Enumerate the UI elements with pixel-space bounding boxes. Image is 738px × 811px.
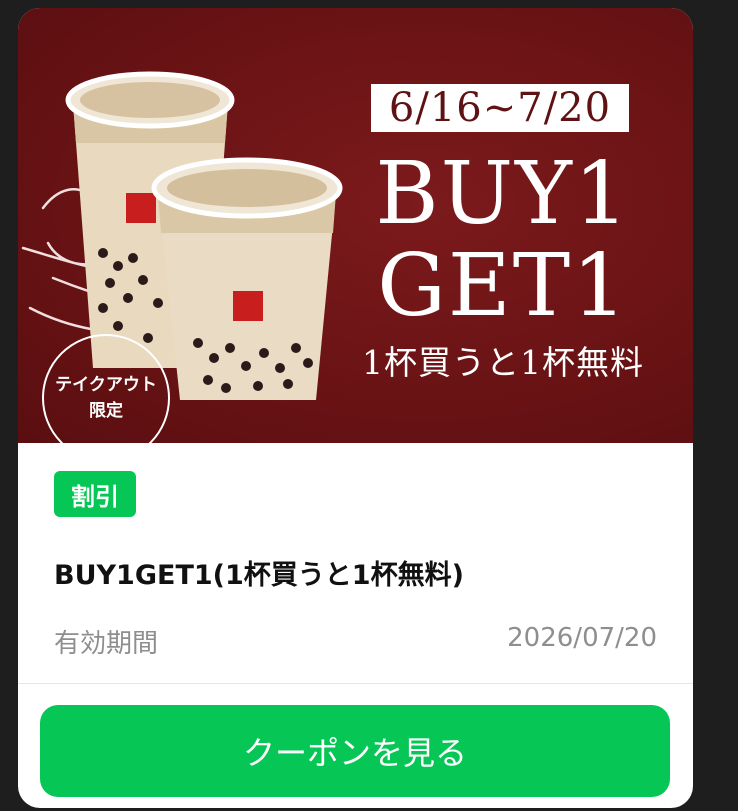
promo-banner: 6/16~7/20 BUY1 GET1 1杯買うと1杯無料 テイクアウト 限定 xyxy=(18,8,693,443)
divider xyxy=(18,683,693,684)
date-range-badge: 6/16~7/20 xyxy=(371,84,629,132)
limited-label: 限定 xyxy=(89,401,123,421)
discount-tag: 割引 xyxy=(54,471,136,517)
headline-get1: GET1 xyxy=(377,236,629,336)
date-range-text: 6/16~7/20 xyxy=(388,85,612,131)
takeout-label: テイクアウト xyxy=(55,375,157,395)
validity-date: 2026/07/20 xyxy=(507,623,657,653)
validity-label: 有効期間 xyxy=(54,629,159,659)
front-cup xyxy=(151,157,343,400)
coupon-title: BUY1GET1(1杯買うと1杯無料) xyxy=(54,560,464,591)
view-coupon-button[interactable]: クーポンを見る xyxy=(40,705,670,797)
headline-buy1: BUY1 xyxy=(375,144,631,244)
promo-subheadline: 1杯買うと1杯無料 xyxy=(362,343,644,382)
coupon-card[interactable]: 6/16~7/20 BUY1 GET1 1杯買うと1杯無料 テイクアウト 限定 … xyxy=(18,8,693,808)
